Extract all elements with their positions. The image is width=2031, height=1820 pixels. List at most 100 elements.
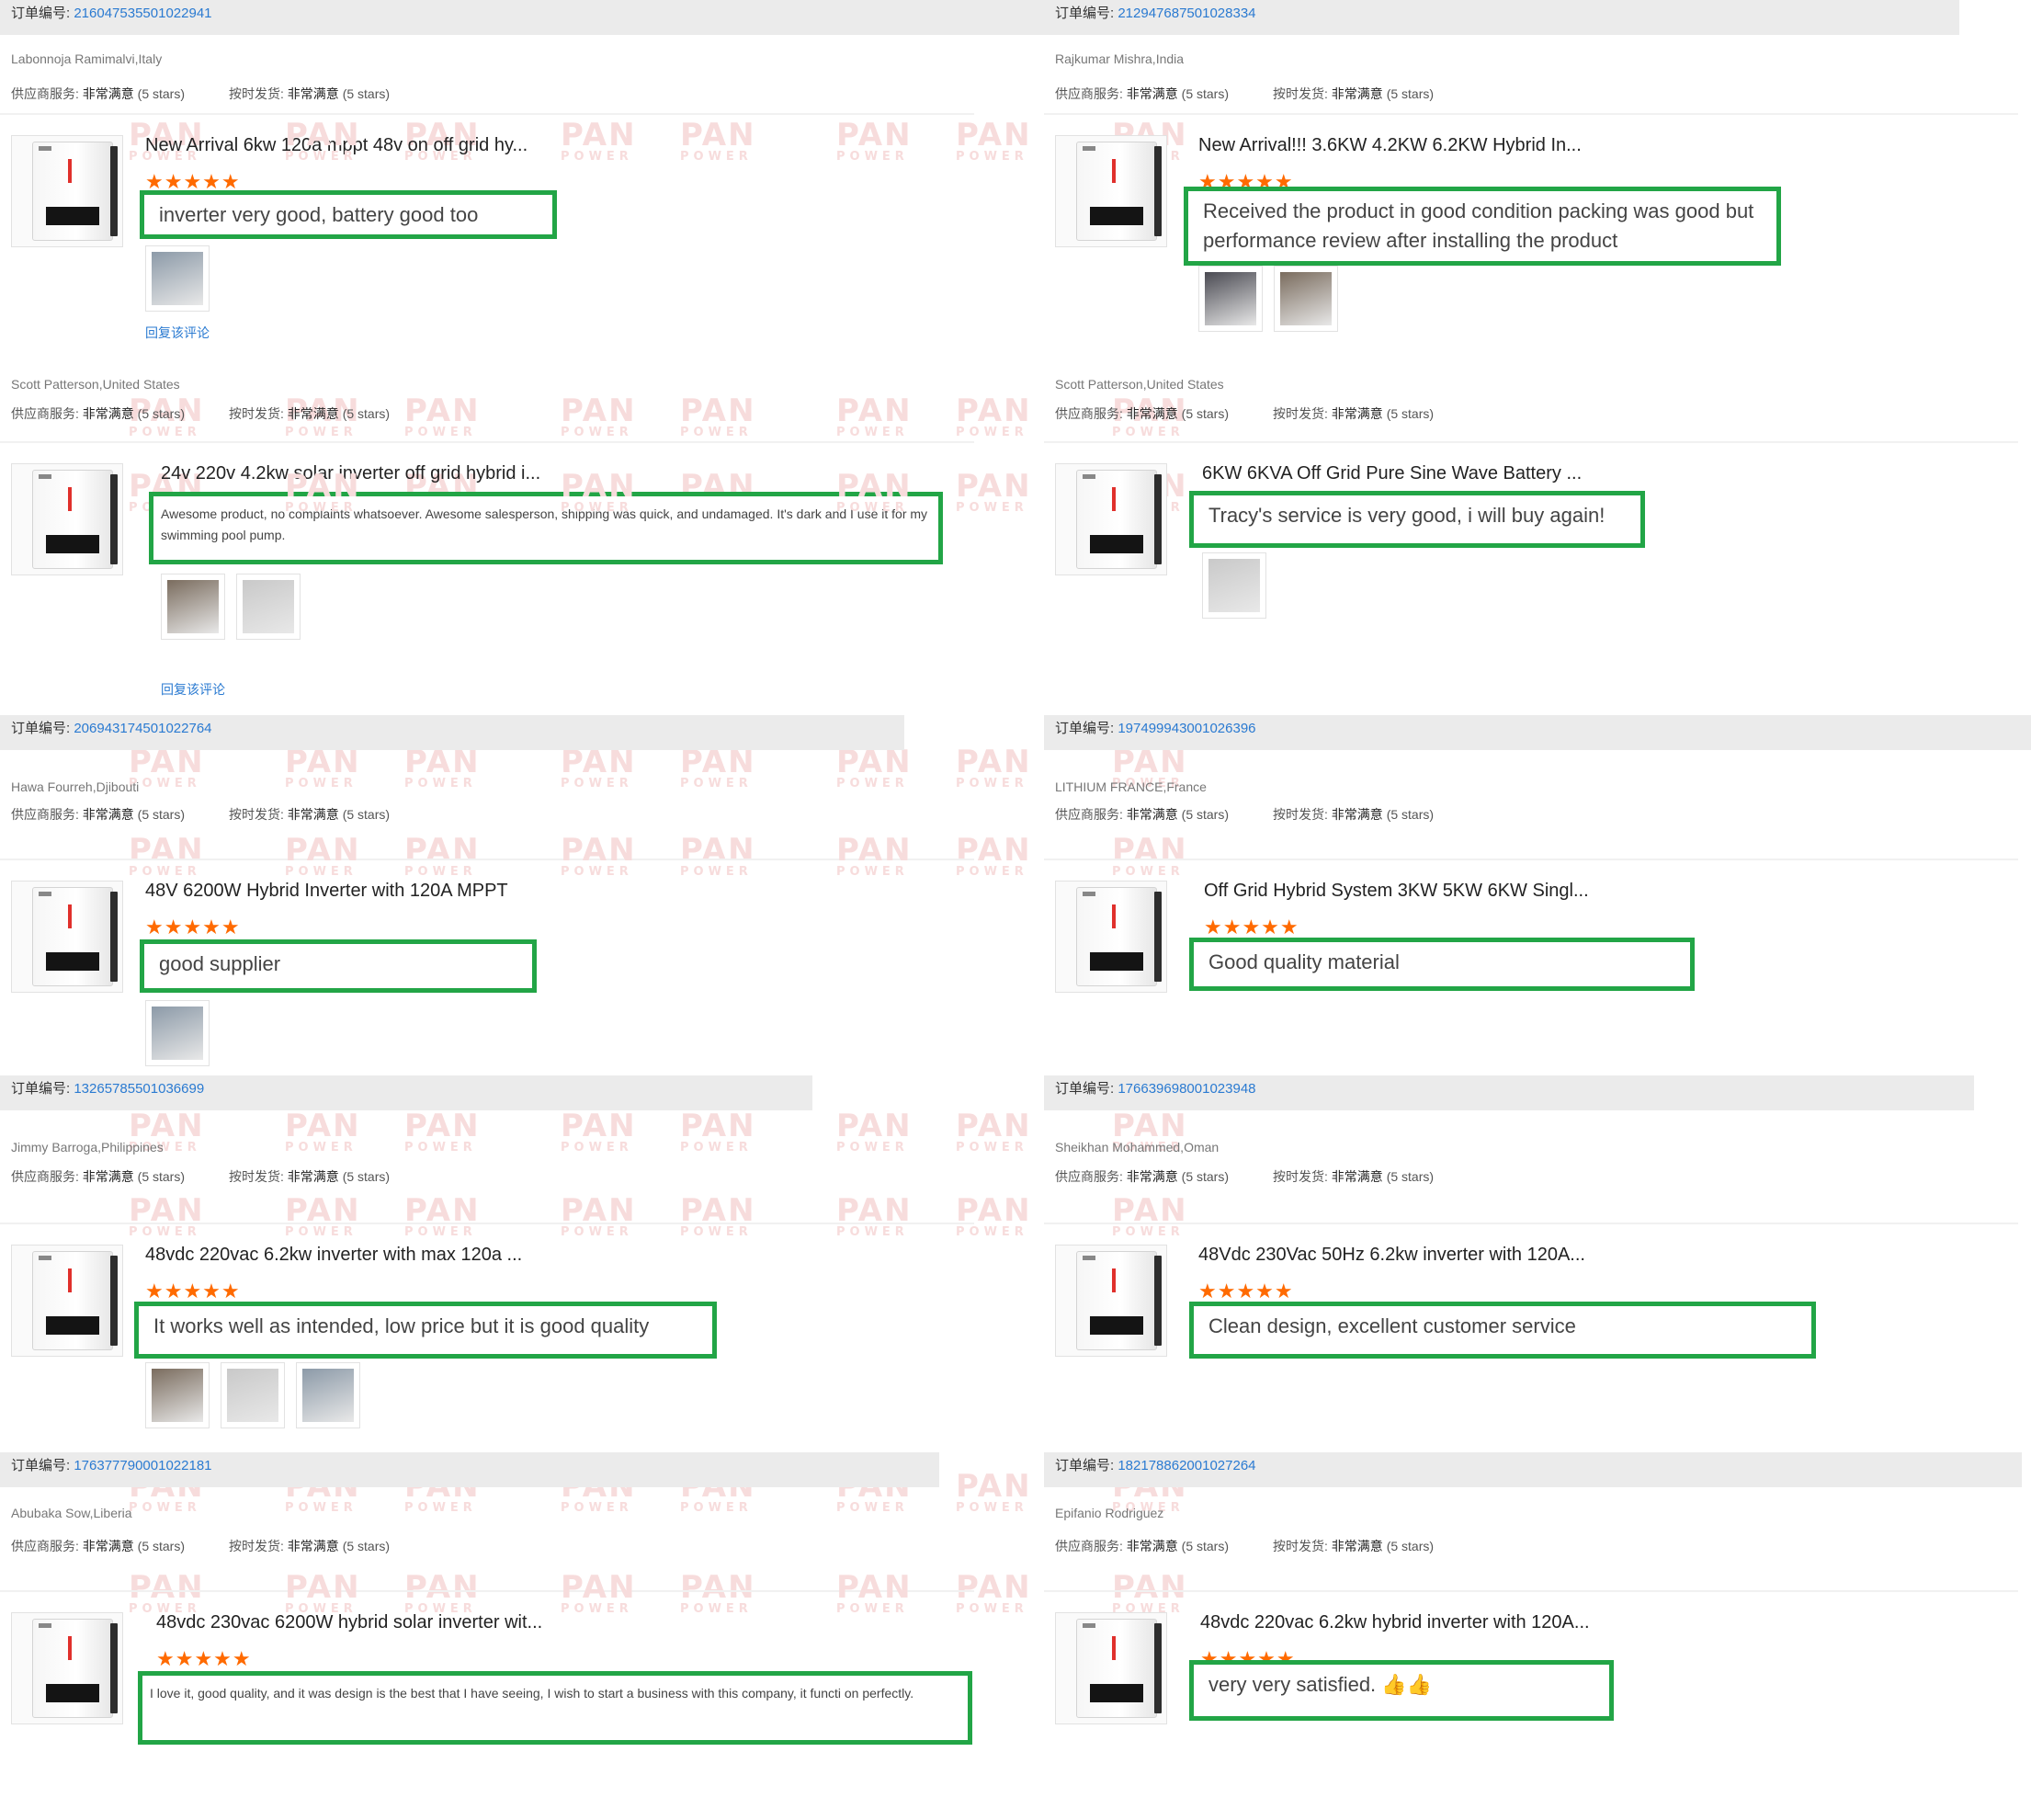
reviewer-name: Scott Patterson,United States [11,377,180,392]
review-card: PANPOWERPANPOWERPANPOWERPANPOWERPANPOWER… [285,1075,2031,1514]
on-time-label: 按时发货: [229,406,284,421]
inverter-image [1076,142,1162,241]
product-title[interactable]: 6KW 6KVA Off Grid Pure Sine Wave Battery… [1202,463,1582,484]
order-number-link[interactable]: 216047535501022941 [74,6,211,21]
supplier-service-stars: (5 stars) [137,406,186,421]
watermark-subtext: POWER [129,1225,201,1239]
order-number-link[interactable]: 212947687501028334 [1118,6,1255,21]
order-number-label: 订单编号: [11,1081,71,1097]
inverter-image [32,142,118,241]
review-text-highlight: Received the product in good condition p… [1184,187,1781,266]
product-thumbnail[interactable] [1055,135,1167,247]
reviewer-name: Scott Patterson,United States [1055,377,1224,392]
review-photo[interactable] [145,245,210,312]
order-number-link[interactable]: 206943174501022764 [74,721,211,736]
product-title[interactable]: 48vdc 220vac 6.2kw hybrid inverter with … [1200,1612,1590,1633]
product-thumbnail[interactable] [1055,881,1167,993]
seller-ratings: 供应商服务: 非常满意 (5 stars) 按时发货: 非常满意 (5 stars… [11,404,390,423]
product-thumbnail[interactable] [1055,463,1167,575]
reply-review-link[interactable]: 回复该评论 [161,680,225,699]
supplier-service-value: 非常满意 [82,1539,134,1553]
reviewer-name: Jimmy Barroga,Philippines [11,1140,164,1155]
order-number-link[interactable]: 176639698001023948 [1118,1081,1255,1097]
review-photo[interactable] [1202,552,1266,619]
on-time-value: 非常满意 [287,1539,339,1553]
product-thumbnail[interactable] [11,135,123,247]
watermark-subtext: POWER [680,865,753,879]
divider [1044,1223,2018,1224]
review-card: PAN POWER PAN POWER PAN POWER PAN POWER 订单编号: 17… [0,1452,1030,1820]
watermark-text: PAN [956,117,1032,154]
seller-ratings: 供应商服务: 非常满意 (5 stars) 按时发货: 非常满意 (5 stars… [1055,1537,1434,1555]
watermark-text: PAN [404,832,481,869]
product-thumbnail[interactable] [1055,1612,1167,1724]
on-time-stars: (5 stars) [342,86,391,101]
product-title[interactable]: New Arrival!!! 3.6KW 4.2KW 6.2KW Hybrid … [1198,135,1582,156]
product-thumbnail[interactable] [11,881,123,993]
divider [0,1590,974,1592]
reviewer-name: Hawa Fourreh,Djibouti [11,779,140,794]
review-photo[interactable] [145,1000,210,1066]
inverter-display [46,952,99,971]
product-title[interactable]: New Arrival 6kw 120a mppt 48v on off gri… [145,135,528,156]
on-time-value: 非常满意 [1331,86,1383,101]
review-photo[interactable] [1274,266,1338,332]
order-number-bar: 订单编号: 197499943001026396 [1044,715,2031,750]
inverter-side [110,1256,118,1346]
divider [1044,1590,2018,1592]
watermark-logo: PANPOWER [956,1195,1030,1238]
photo-content [167,580,219,633]
inverter-indicator [1112,904,1116,928]
product-thumbnail[interactable] [11,463,123,575]
watermark-subtext: POWER [956,501,1028,515]
review-photo[interactable] [161,574,225,640]
on-time-label: 按时发货: [229,1539,284,1553]
order-number-link[interactable]: 182178862001027264 [1118,1458,1255,1473]
review-text-highlight: Awesome product, no complaints whatsoeve… [149,492,943,564]
product-thumbnail[interactable] [11,1612,123,1724]
watermark-text: PAN [129,1192,205,1229]
watermark-logo: PANPOWER [956,1572,1030,1615]
review-text-highlight: I love it, good quality, and it was desi… [138,1671,972,1745]
product-title[interactable]: 24v 220v 4.2kw solar inverter off grid h… [161,463,540,484]
photo-content [227,1369,278,1422]
supplier-service-label: 供应商服务: [11,406,79,421]
product-title[interactable]: 48Vdc 230Vac 50Hz 6.2kw inverter with 12… [1198,1245,1585,1266]
seller-ratings: 供应商服务: 非常满意 (5 stars) 按时发货: 非常满意 (5 stars… [1055,404,1434,423]
inverter-indicator [68,904,72,928]
inverter-side [110,474,118,564]
product-title[interactable]: 48vdc 230vac 6200W hybrid solar inverter… [156,1612,542,1633]
order-number-link[interactable]: 176377790001022181 [74,1458,211,1473]
supplier-service-stars: (5 stars) [137,86,186,101]
seller-ratings: 供应商服务: 非常满意 (5 stars) 按时发货: 非常满意 (5 stars… [1055,805,1434,824]
inverter-indicator [1112,1268,1116,1292]
review-photo[interactable] [1198,266,1263,332]
divider [0,441,974,443]
order-number-bar: 订单编号: 212947687501028334 [1044,0,1959,35]
supplier-service-stars: (5 stars) [1181,406,1230,421]
photo-content [152,1007,203,1060]
watermark-text: PAN [680,117,756,154]
review-photo[interactable] [236,574,301,640]
watermark-text: PAN [404,1192,481,1229]
product-title[interactable]: 48V 6200W Hybrid Inverter with 120A MPPT [145,881,508,902]
inverter-logo [1083,1256,1095,1260]
inverter-image [1076,470,1162,569]
on-time-label: 按时发货: [229,807,284,822]
on-time-value: 非常满意 [287,807,339,822]
product-thumbnail[interactable] [11,1245,123,1357]
product-title[interactable]: Off Grid Hybrid System 3KW 5KW 6KW Singl… [1204,881,1589,902]
order-number-link[interactable]: 197499943001026396 [1118,721,1255,736]
reply-review-link[interactable]: 回复该评论 [145,324,210,342]
review-photo[interactable] [296,1362,360,1428]
review-photo[interactable] [221,1362,285,1428]
inverter-side [1154,146,1162,236]
product-title[interactable]: 48vdc 220vac 6.2kw inverter with max 120… [145,1245,522,1266]
watermark-text: PAN [1112,1192,1188,1229]
order-number-bar: 订单编号: 206943174501022764 [0,715,904,750]
order-number-link[interactable]: 13265785501036699 [74,1081,204,1097]
review-photo[interactable] [145,1362,210,1428]
product-thumbnail[interactable] [1055,1245,1167,1357]
inverter-indicator [1112,159,1116,183]
inverter-logo [39,892,51,896]
